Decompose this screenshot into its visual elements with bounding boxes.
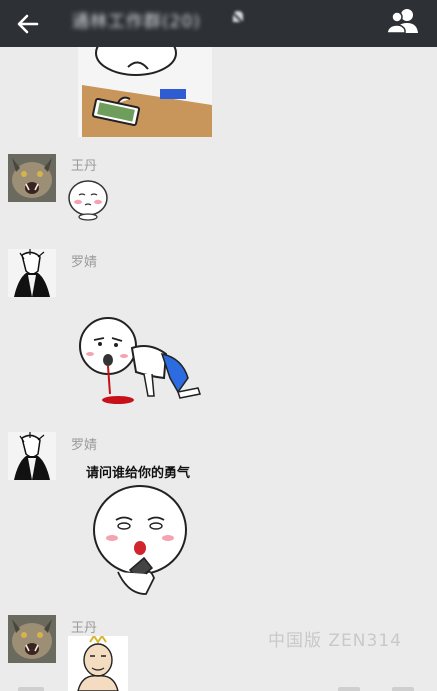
shocked-holding-phone-sticker[interactable] <box>88 482 192 598</box>
sketch-portrait-avatar-icon <box>8 249 56 297</box>
title-bar: 通林工作群(20) <box>0 0 437 47</box>
sender-name: 王丹 <box>71 159 98 174</box>
lynx-avatar-icon <box>8 154 56 202</box>
chat-title: 通林工作群(20) <box>72 12 201 32</box>
phone-on-desk-sticker[interactable] <box>78 47 212 137</box>
arrow-left-icon[interactable] <box>14 10 42 38</box>
group-members-icon[interactable] <box>386 6 420 36</box>
sender-name: 王丹 <box>71 621 98 636</box>
lynx-avatar-icon <box>8 615 56 663</box>
bottom-bar-edge <box>338 687 360 691</box>
avatar[interactable] <box>8 615 56 663</box>
sketch-portrait-avatar-icon <box>8 432 56 480</box>
watermark: 中国版 ZEN314 <box>268 631 402 651</box>
blushing-face-sticker[interactable] <box>66 177 110 221</box>
avatar[interactable] <box>8 154 56 202</box>
partial-sticker[interactable] <box>68 636 128 691</box>
avatar[interactable] <box>8 249 56 297</box>
bottom-bar-edge <box>392 687 414 691</box>
bottom-bar-edge <box>18 687 44 691</box>
sender-name: 罗婧 <box>71 255 98 270</box>
avatar[interactable] <box>8 432 56 480</box>
bell-muted-icon <box>230 10 246 26</box>
sender-name: 罗婧 <box>71 438 98 453</box>
crawling-bleeding-sticker[interactable] <box>78 308 204 408</box>
sticker-caption: 请问谁给你的勇气 <box>86 466 191 481</box>
